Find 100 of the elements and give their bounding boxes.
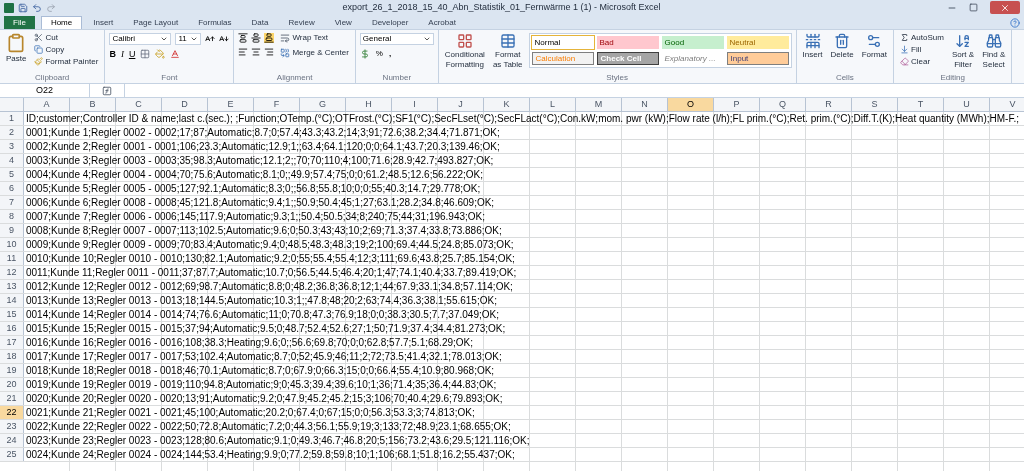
autosum-button[interactable]: AutoSum xyxy=(898,33,946,42)
ribbon-tab[interactable]: Insert xyxy=(84,16,123,29)
column-header[interactable]: C xyxy=(116,98,162,111)
ribbon-tab[interactable]: Developer xyxy=(362,16,418,29)
insert-function-icon[interactable] xyxy=(102,85,112,96)
help-icon[interactable] xyxy=(1010,18,1020,28)
ribbon-tab[interactable]: View xyxy=(325,16,361,29)
cell-style-item[interactable]: Normal xyxy=(531,36,594,49)
row-header[interactable]: 2 xyxy=(0,126,24,139)
paste-button[interactable]: Paste xyxy=(4,33,29,63)
percent-button[interactable]: % xyxy=(375,50,383,58)
copy-button[interactable]: Copy xyxy=(32,45,101,54)
row-header[interactable]: 7 xyxy=(0,196,24,209)
column-header[interactable]: A xyxy=(24,98,70,111)
row-header[interactable]: 23 xyxy=(0,420,24,433)
format-as-table-button[interactable]: Format as Table xyxy=(490,33,525,69)
align-right-icon[interactable] xyxy=(264,47,275,57)
cell-style-item[interactable]: Input xyxy=(726,52,789,65)
shrink-font-icon[interactable] xyxy=(219,34,230,44)
row-header[interactable]: 24 xyxy=(0,434,24,447)
column-header[interactable]: F xyxy=(254,98,300,111)
column-header[interactable]: S xyxy=(852,98,898,111)
row-header[interactable]: 12 xyxy=(0,266,24,279)
column-header[interactable]: B xyxy=(70,98,116,111)
font-size-dropdown[interactable]: 11 xyxy=(175,33,202,45)
underline-button[interactable]: U xyxy=(128,49,136,59)
clear-button[interactable]: Clear xyxy=(898,57,946,66)
ribbon-tab[interactable]: Home xyxy=(40,16,83,29)
bold-button[interactable]: B xyxy=(109,49,116,59)
grow-font-icon[interactable] xyxy=(205,34,216,44)
ribbon-tab[interactable]: Data xyxy=(242,16,278,29)
fill-button[interactable]: Fill xyxy=(898,45,946,54)
cell-style-item[interactable]: Bad xyxy=(596,36,659,49)
column-header[interactable]: H xyxy=(346,98,392,111)
currency-icon[interactable] xyxy=(359,49,370,59)
row-header[interactable]: 6 xyxy=(0,182,24,195)
ribbon-tab[interactable]: Acrobat xyxy=(419,16,465,29)
row-header[interactable]: 17 xyxy=(0,336,24,349)
column-header[interactable]: I xyxy=(392,98,438,111)
comma-button[interactable]: , xyxy=(388,50,392,58)
row-header[interactable]: 14 xyxy=(0,294,24,307)
find-select-button[interactable]: Find & Select xyxy=(980,33,1008,69)
sort-filter-button[interactable]: Sort & Filter xyxy=(949,33,977,69)
undo-icon[interactable] xyxy=(32,2,42,13)
row-header[interactable]: 20 xyxy=(0,378,24,391)
column-header[interactable]: V xyxy=(990,98,1024,111)
row-header[interactable]: 16 xyxy=(0,322,24,335)
cells-button[interactable]: Insert xyxy=(800,33,825,59)
align-center-icon[interactable] xyxy=(251,47,262,57)
column-header[interactable]: O xyxy=(668,98,714,111)
cell-style-item[interactable]: Good xyxy=(661,36,724,49)
row-header[interactable]: 18 xyxy=(0,350,24,363)
borders-icon[interactable] xyxy=(140,49,151,59)
column-header[interactable]: T xyxy=(898,98,944,111)
font-color-icon[interactable] xyxy=(170,49,181,59)
row-header[interactable]: 13 xyxy=(0,280,24,293)
cells-button[interactable]: Delete xyxy=(828,33,856,59)
row-header[interactable]: 3 xyxy=(0,140,24,153)
align-left-icon[interactable] xyxy=(238,47,249,57)
ribbon-tab[interactable]: Page Layout xyxy=(124,16,188,29)
fill-color-icon[interactable] xyxy=(155,49,166,59)
number-format-dropdown[interactable]: General xyxy=(359,33,434,45)
align-middle-icon[interactable] xyxy=(251,33,262,43)
column-header[interactable]: M xyxy=(576,98,622,111)
save-icon[interactable] xyxy=(18,2,28,13)
cut-button[interactable]: Cut xyxy=(32,33,101,42)
merge-center-button[interactable]: Merge & Center xyxy=(278,48,351,58)
conditional-formatting-button[interactable]: Conditional Formatting xyxy=(442,33,487,69)
row-header[interactable]: 11 xyxy=(0,252,24,265)
ribbon-tab[interactable]: Review xyxy=(279,16,324,29)
font-name-dropdown[interactable]: Calibri xyxy=(109,33,172,45)
align-bottom-icon[interactable] xyxy=(264,33,275,43)
row-header[interactable]: 1 xyxy=(0,112,24,125)
cell-style-item[interactable]: Neutral xyxy=(726,36,789,49)
maximize-icon[interactable] xyxy=(969,3,978,12)
column-header[interactable]: L xyxy=(530,98,576,111)
row-header[interactable]: 15 xyxy=(0,308,24,321)
column-header[interactable]: R xyxy=(806,98,852,111)
ribbon-tab[interactable]: Formulas xyxy=(189,16,241,29)
column-header[interactable]: G xyxy=(300,98,346,111)
cells-button[interactable]: Format xyxy=(859,33,889,59)
ribbon-tab[interactable]: File xyxy=(4,16,35,29)
row-header[interactable]: 21 xyxy=(0,392,24,405)
column-header[interactable]: U xyxy=(944,98,990,111)
row-header[interactable]: 5 xyxy=(0,168,24,181)
column-header[interactable]: P xyxy=(714,98,760,111)
row-header[interactable]: 10 xyxy=(0,238,24,251)
row-header[interactable]: 25 xyxy=(0,448,24,461)
align-top-icon[interactable] xyxy=(238,33,249,43)
row-header[interactable]: 19 xyxy=(0,364,24,377)
close-button[interactable] xyxy=(990,1,1020,14)
redo-icon[interactable] xyxy=(46,2,56,13)
column-header[interactable]: D xyxy=(162,98,208,111)
italic-button[interactable]: I xyxy=(120,49,124,59)
column-header[interactable]: E xyxy=(208,98,254,111)
column-header[interactable]: J xyxy=(438,98,484,111)
column-header[interactable]: K xyxy=(484,98,530,111)
row-header[interactable]: 9 xyxy=(0,224,24,237)
wrap-text-button[interactable]: Wrap Text xyxy=(278,33,351,43)
row-header[interactable]: 22 xyxy=(0,406,24,419)
